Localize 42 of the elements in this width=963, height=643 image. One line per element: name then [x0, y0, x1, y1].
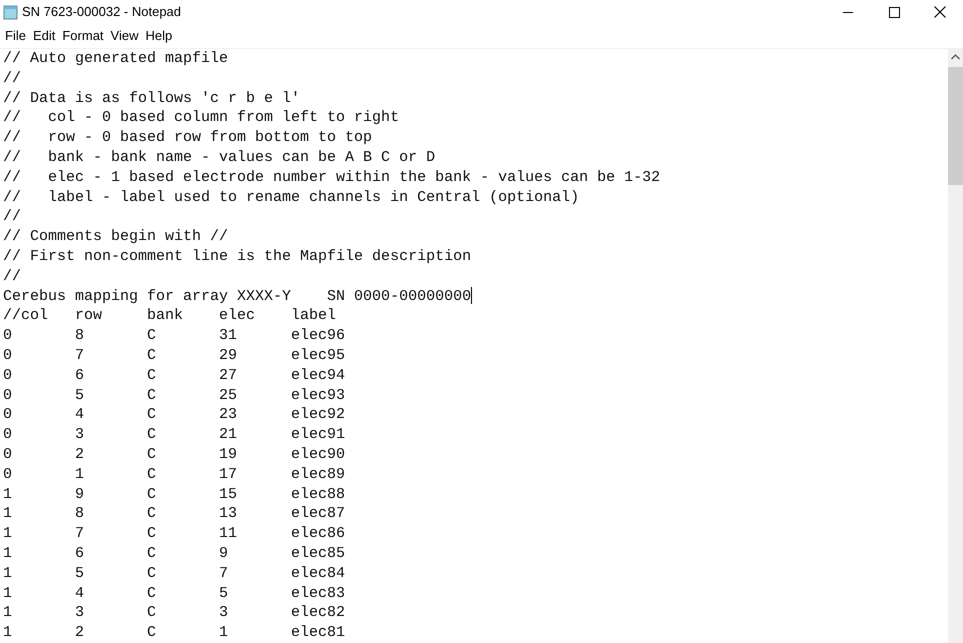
- text-line: 0 7 C 29 elec95: [3, 346, 346, 364]
- text-line: 0 6 C 27 elec94: [3, 366, 346, 384]
- text-line: // bank - bank name - values can be A B C or D: [3, 148, 436, 166]
- scrollbar-thumb[interactable]: [948, 67, 963, 185]
- menu-item[interactable]: View: [108, 26, 142, 46]
- text-line: 1 7 C 11 elec86: [3, 525, 346, 542]
- text-line: // label - label used to rename channels in Central (optional): [3, 188, 580, 206]
- text-line: // First non-comment line is the Mapfile description: [3, 248, 472, 265]
- text-line: // Auto generated mapfile: [3, 50, 228, 67]
- menu-item[interactable]: File: [2, 26, 29, 46]
- menu-item[interactable]: Format: [59, 26, 107, 46]
- text-line: // col - 0 based column from left to right: [3, 109, 400, 126]
- menu-item[interactable]: Edit: [30, 26, 58, 46]
- scroll-up-icon[interactable]: [951, 54, 960, 60]
- maximize-icon: [888, 6, 900, 18]
- text-line: //: [3, 268, 22, 285]
- text-line: 0 1 C 17 elec89: [3, 466, 346, 483]
- menu-item[interactable]: Help: [142, 26, 176, 46]
- text-line: //: [3, 70, 22, 87]
- text-line: 0 3 C 21 elec91: [3, 426, 346, 444]
- text-line: 1 2 C 1 elec81: [3, 624, 346, 642]
- text-line: // Comments begin with //: [3, 228, 228, 246]
- text-line: Cerebus mapping for array XXXX-Y SN 0000-00000000: [3, 288, 472, 305]
- text-line: // Data is as follows 'c r b e l': [3, 90, 300, 107]
- text-line: //: [3, 208, 22, 226]
- text-line: // row - 0 based row from bottom to top: [3, 129, 372, 146]
- text-line: 1 5 C 7 elec84: [3, 564, 346, 582]
- window-title: SN 7623-000032 - Notepad: [22, 3, 182, 22]
- text-line: 0 2 C 19 elec90: [3, 446, 346, 463]
- text-line: 1 6 C 9 elec85: [3, 544, 346, 562]
- notepad-icon: [3, 4, 19, 20]
- text-line: 1 9 C 15 elec88: [3, 486, 346, 503]
- text-line: //col row bank elec label: [3, 307, 336, 324]
- text-line: 1 3 C 3 elec82: [3, 604, 346, 622]
- text-line: // elec - 1 based electrode number within the bank - values can be 1-32: [3, 168, 660, 186]
- vertical-scrollbar[interactable]: [948, 49, 963, 643]
- text-line: 0 8 C 31 elec96: [3, 327, 346, 344]
- text-line: 1 8 C 13 elec87: [3, 505, 346, 522]
- close-icon: [934, 6, 946, 18]
- text-line: 0 5 C 25 elec93: [3, 386, 346, 404]
- text-line: 0 4 C 23 elec92: [3, 406, 346, 424]
- text-line: 1 4 C 5 elec83: [3, 584, 346, 602]
